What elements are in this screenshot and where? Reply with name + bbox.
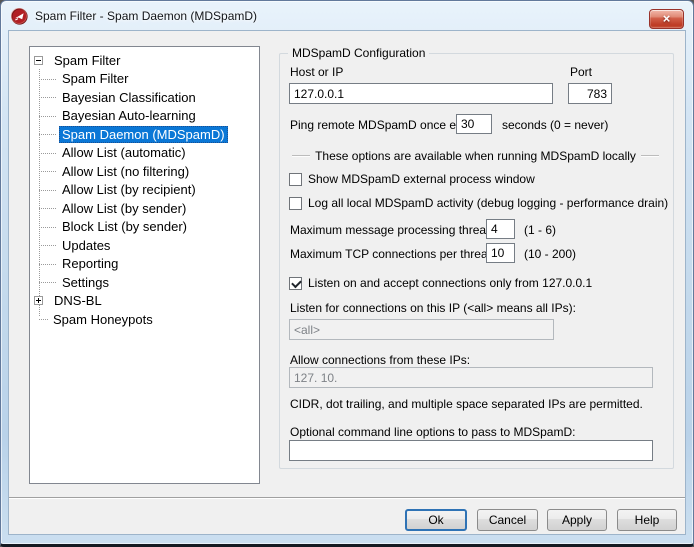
local-options-separator: These options are available when running… <box>292 149 659 163</box>
separator-line-right <box>641 155 659 157</box>
max-threads-range: (1 - 6) <box>524 223 556 237</box>
log-activity-checkbox-row[interactable]: Log all local MDSpamD activity (debug lo… <box>289 196 668 210</box>
host-input[interactable] <box>289 83 553 104</box>
dialog-window: Spam Filter - Spam Daemon (MDSpamD) × Sp… <box>0 0 694 547</box>
max-threads-input[interactable] <box>486 219 515 239</box>
ping-interval-input[interactable] <box>456 114 492 134</box>
close-button[interactable]: × <box>649 9 684 29</box>
app-icon <box>11 8 28 25</box>
log-activity-checkbox[interactable] <box>289 197 302 210</box>
tree-item-settings[interactable]: Settings <box>33 273 259 292</box>
max-tcp-range: (10 - 200) <box>524 247 576 261</box>
tree-item-updates[interactable]: Updates <box>33 236 259 255</box>
port-label: Port <box>570 65 592 79</box>
tree-item-spam-filter-root[interactable]: Spam Filter <box>33 51 259 70</box>
cancel-button[interactable]: Cancel <box>477 509 538 531</box>
window-title: Spam Filter - Spam Daemon (MDSpamD) <box>35 9 257 23</box>
footer-separator <box>9 497 685 499</box>
settings-tree: Spam Filter Spam Filter Bayesian Classif… <box>29 46 260 484</box>
tree-item-spam-daemon[interactable]: Spam Daemon (MDSpamD) <box>33 125 259 144</box>
title-bar[interactable]: Spam Filter - Spam Daemon (MDSpamD) × <box>1 1 693 31</box>
apply-button[interactable]: Apply <box>547 509 607 531</box>
screenshot-stage: Spam Filter - Spam Daemon (MDSpamD) × Sp… <box>0 0 694 547</box>
host-label: Host or IP <box>290 65 343 79</box>
listen-ip-input <box>289 319 554 340</box>
group-title: MDSpamD Configuration <box>288 46 429 60</box>
listen-only-checkbox-row[interactable]: Listen on and accept connections only fr… <box>289 276 592 290</box>
collapse-expander-icon[interactable] <box>34 56 43 65</box>
ok-button[interactable]: Ok <box>405 509 467 531</box>
ping-interval-suffix: seconds (0 = never) <box>502 118 608 132</box>
tree-item-reporting[interactable]: Reporting <box>33 255 259 274</box>
allow-ips-label: Allow connections from these IPs: <box>290 353 470 367</box>
tree-item-allow-list-no-filtering[interactable]: Allow List (no filtering) <box>33 162 259 181</box>
listen-ip-label: Listen for connections on this IP (<all>… <box>290 301 576 315</box>
show-process-window-checkbox[interactable] <box>289 173 302 186</box>
cmdline-label: Optional command line options to pass to… <box>290 425 575 439</box>
max-tcp-input[interactable] <box>486 243 515 263</box>
mdspamd-configuration-group: MDSpamD Configuration Host or IP Port Pi… <box>279 53 674 469</box>
ping-interval-label: Ping remote MDSpamD once every <box>290 118 479 132</box>
tree-item-spam-filter[interactable]: Spam Filter <box>33 70 259 89</box>
max-threads-label: Maximum message processing threads <box>290 223 499 237</box>
dialog-client-area: Spam Filter Spam Filter Bayesian Classif… <box>8 30 686 535</box>
separator-line-left <box>292 155 310 157</box>
expand-expander-icon[interactable] <box>34 296 43 305</box>
tree-item-allow-list-by-sender[interactable]: Allow List (by sender) <box>33 199 259 218</box>
tree-item-allow-list-automatic[interactable]: Allow List (automatic) <box>33 144 259 163</box>
tree-item-dns-bl[interactable]: DNS-BL <box>33 292 259 311</box>
port-input[interactable] <box>568 83 612 104</box>
tree-item-block-list-by-sender[interactable]: Block List (by sender) <box>33 218 259 237</box>
cmdline-input[interactable] <box>289 440 653 461</box>
tree-item-allow-list-by-recipient[interactable]: Allow List (by recipient) <box>33 181 259 200</box>
tree-item-bayesian-auto-learning[interactable]: Bayesian Auto-learning <box>33 107 259 126</box>
allow-ips-input <box>289 367 653 388</box>
help-button[interactable]: Help <box>617 509 677 531</box>
max-tcp-label: Maximum TCP connections per thread <box>290 247 494 261</box>
tree-item-bayesian-classification[interactable]: Bayesian Classification <box>33 88 259 107</box>
tree-item-spam-honeypots[interactable]: Spam Honeypots <box>33 310 259 329</box>
listen-only-checkbox[interactable] <box>289 277 302 290</box>
show-process-window-checkbox-row[interactable]: Show MDSpamD external process window <box>289 172 535 186</box>
cidr-note: CIDR, dot trailing, and multiple space s… <box>290 397 643 411</box>
local-options-header: These options are available when running… <box>315 149 636 163</box>
